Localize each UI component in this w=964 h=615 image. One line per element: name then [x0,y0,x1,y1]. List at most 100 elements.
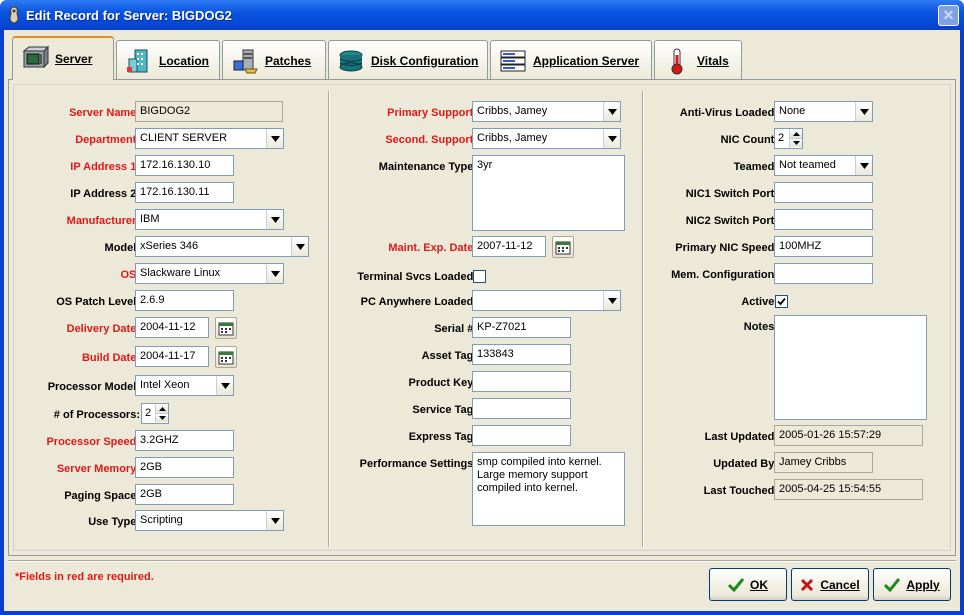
performance-settings-label: Performance Settings: [359,458,477,470]
tab-patches[interactable]: Patches [222,40,326,80]
apply-button[interactable]: Apply [873,568,951,601]
maint-exp-date-label: Maint. Exp. Date: [388,242,477,254]
ok-label: OK [750,577,768,592]
close-button[interactable]: ✕ [938,5,959,26]
dialog-body: Server Location Patches Disk Configurati… [4,30,960,611]
active-checkbox[interactable] [775,295,788,308]
primary-support-label: Primary Support: [387,107,477,119]
server-name-label: Server Name: [69,107,140,119]
tab-disk-configuration[interactable]: Disk Configuration [328,40,488,80]
footer-divider [8,560,956,562]
chevron-down-icon[interactable] [291,237,308,256]
chevron-down-icon[interactable] [266,210,283,229]
asset-tag-label: Asset Tag: [421,350,477,362]
chevron-down-icon[interactable] [266,511,283,530]
ip-address-2-field[interactable]: 172.16.130.11 [135,182,234,203]
department-value: CLIENT SERVER [140,132,228,144]
title-bar[interactable]: Edit Record for Server: BIGDOG2 ✕ [0,0,964,30]
stepper-down-icon[interactable] [156,413,168,422]
cancel-x-icon [801,578,814,591]
service-tag-field[interactable] [472,398,571,419]
num-processors-label: # of Processors: [53,409,140,421]
server-name-field[interactable]: BIGDOG2 [135,101,283,122]
tab-vitals[interactable]: Vitals [654,40,742,80]
os-select[interactable]: Slackware Linux [135,263,284,284]
stepper-down-icon[interactable] [790,138,802,147]
processor-speed-field[interactable]: 3.2GHZ [135,430,234,451]
use-type-value: Scripting [140,514,183,526]
nic2-switch-port-field[interactable] [774,209,873,230]
disk-icon [339,50,363,71]
primary-support-value: Cribbs, Jamey [477,105,548,117]
delivery-date-field[interactable]: 2004-11-12 [135,317,209,338]
server-memory-field[interactable]: 2GB [135,457,234,478]
cancel-button[interactable]: Cancel [791,568,869,601]
tab-label: Patches [265,53,312,68]
num-processors-stepper[interactable]: 2 [141,403,169,424]
stepper-up-icon[interactable] [790,129,802,138]
processor-model-select[interactable]: Intel Xeon [135,375,234,396]
building-icon [127,49,148,72]
server-tab-panel: Server Name: BIGDOG2 Department: CLIENT … [8,79,956,556]
express-tag-field[interactable] [472,425,571,446]
calendar-button[interactable] [215,346,237,368]
use-type-select[interactable]: Scripting [135,510,284,531]
build-date-field[interactable]: 2004-11-17 [135,346,209,367]
calendar-icon [218,322,234,336]
department-select[interactable]: CLIENT SERVER [135,128,284,149]
chevron-down-icon[interactable] [855,102,872,121]
chevron-down-icon[interactable] [603,129,620,148]
second-support-label: Second. Support: [385,134,477,146]
chevron-down-icon[interactable] [266,264,283,283]
terminal-svcs-checkbox[interactable] [473,270,486,283]
primary-support-select[interactable]: Cribbs, Jamey [472,101,621,122]
column-divider [642,91,644,547]
chevron-down-icon[interactable] [855,156,872,175]
window-title: Edit Record for Server: BIGDOG2 [26,8,232,23]
tab-application-server[interactable]: Application Server [490,40,652,80]
asset-tag-field[interactable]: 133843 [472,344,571,365]
checkmark-icon [884,577,901,592]
second-support-select[interactable]: Cribbs, Jamey [472,128,621,149]
stepper-up-icon[interactable] [156,404,168,413]
maint-exp-date-field[interactable]: 2007-11-12 [472,236,546,257]
mem-configuration-field[interactable] [774,263,873,284]
product-key-field[interactable] [472,371,571,392]
manufacturer-select[interactable]: IBM [135,209,284,230]
chevron-down-icon[interactable] [603,102,620,121]
notes-field[interactable] [774,315,927,420]
apply-label: Apply [906,577,940,592]
performance-settings-field[interactable]: smp compiled into kernel. Large memory s… [472,452,625,526]
os-value: Slackware Linux [140,267,221,279]
maintenance-type-field[interactable]: 3yr [472,155,625,231]
ip-address-2-label: IP Address 2: [70,188,140,200]
calendar-button[interactable] [215,317,237,339]
chevron-down-icon[interactable] [603,291,620,310]
os-patch-level-label: OS Patch Level: [56,296,140,308]
paging-space-field[interactable]: 2GB [135,484,234,505]
last-touched-label: Last Touched: [703,485,778,497]
chevron-down-icon[interactable] [266,129,283,148]
nic-count-stepper[interactable]: 2 [774,128,803,149]
calendar-button[interactable] [552,236,574,258]
checkmark-icon [777,297,786,306]
teamed-select[interactable]: Not teamed [774,155,873,176]
chevron-down-icon[interactable] [216,376,233,395]
serial-field[interactable]: KP-Z7021 [472,317,571,338]
pc-anywhere-select[interactable] [472,290,621,311]
nic1-switch-port-field[interactable] [774,182,873,203]
tab-location[interactable]: Location [116,40,220,80]
model-select[interactable]: xSeries 346 [135,236,309,257]
ip-address-1-field[interactable]: 172.16.130.10 [135,155,234,176]
primary-nic-speed-field[interactable]: 100MHZ [774,236,873,257]
nic-count-label: NIC Count: [720,134,778,146]
tab-label: Server [55,52,93,66]
os-patch-level-field[interactable]: 2.6.9 [135,290,234,311]
tab-label: Disk Configuration [371,53,479,68]
delivery-date-label: Delivery Date: [66,323,140,335]
ok-button[interactable]: OK [709,568,787,601]
tab-label: Application Server [533,53,640,68]
model-value: xSeries 346 [140,240,199,252]
tab-server[interactable]: Server [12,36,114,80]
anti-virus-select[interactable]: None [774,101,873,122]
